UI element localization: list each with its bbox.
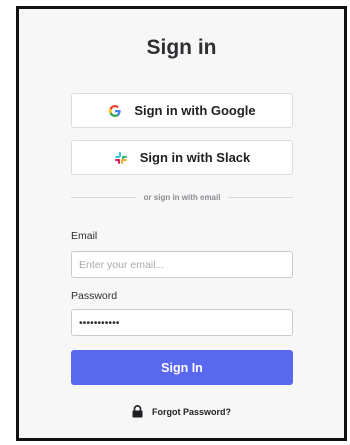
page-title: Sign in (146, 36, 217, 59)
email-label: Email (71, 230, 98, 242)
password-input[interactable] (71, 309, 293, 336)
divider-line-left (71, 197, 136, 198)
slack-icon (114, 151, 128, 165)
lock-icon (132, 405, 143, 418)
email-input[interactable] (71, 251, 293, 278)
slack-signin-label: Sign in with Slack (139, 150, 251, 165)
divider-text: or sign in with email (143, 193, 221, 202)
google-signin-button[interactable]: Sign in with Google (71, 93, 293, 128)
divider-line-right (228, 197, 293, 198)
google-signin-label: Sign in with Google (134, 103, 256, 118)
email-divider: or sign in with email (71, 193, 293, 202)
forgot-password-label: Forgot Password? (151, 406, 231, 417)
password-label: Password (71, 290, 118, 302)
signin-card: Sign in Sign in with Google Sign in with… (16, 6, 347, 441)
slack-signin-button[interactable]: Sign in with Slack (71, 140, 293, 175)
google-g-icon (108, 104, 122, 118)
sign-in-button[interactable]: Sign In (71, 350, 293, 385)
forgot-password-link[interactable]: Forgot Password? (19, 405, 344, 418)
